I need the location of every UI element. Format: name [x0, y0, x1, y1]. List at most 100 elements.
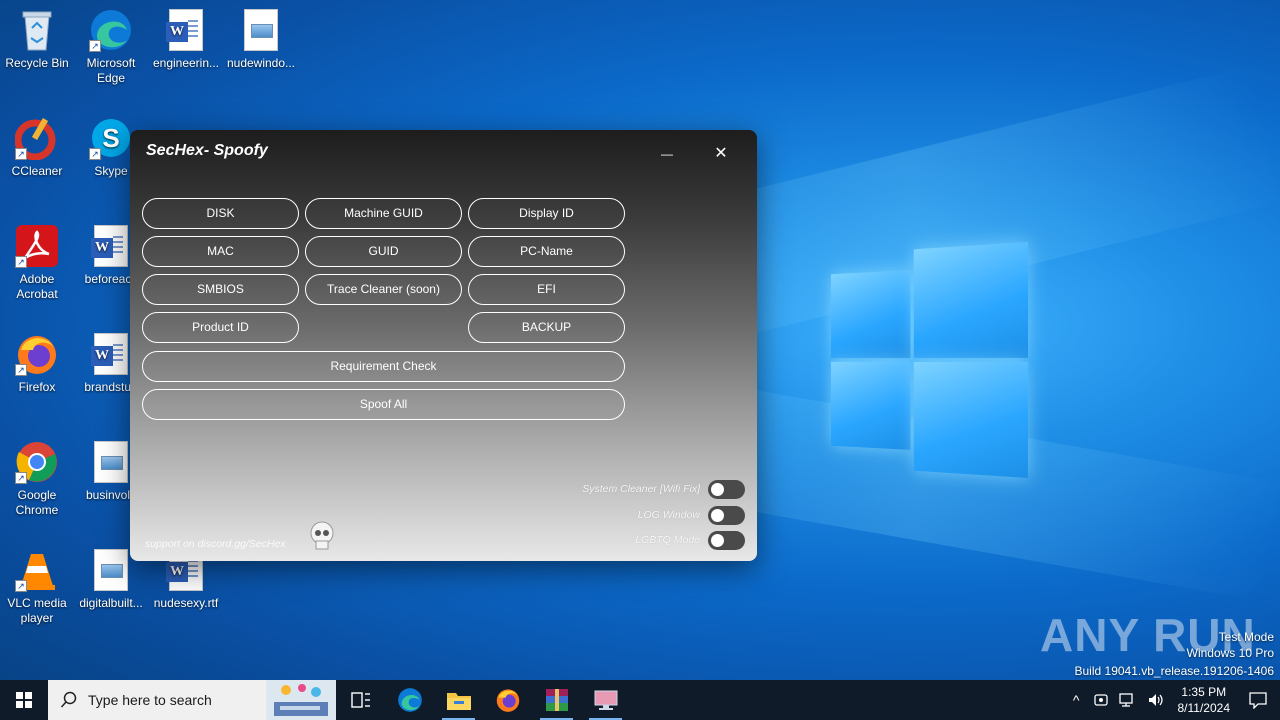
windows-edition-text: Windows 10 Pro [1186, 646, 1274, 660]
firefox-icon [496, 689, 519, 712]
taskbar: Type here to search ^ 1:35 PM 8/11/2024 [0, 680, 1280, 720]
toggle-row-log-window: LOG Window [638, 505, 745, 525]
word-document-icon: W [89, 332, 133, 376]
shortcut-arrow-icon: ↗ [15, 472, 27, 484]
task-view-button[interactable] [336, 680, 385, 720]
build-text: Build 19041.vb_release.191206-1406 [1074, 664, 1275, 678]
tray-app-icon[interactable] [1093, 692, 1109, 708]
shortcut-arrow-icon: ↗ [15, 148, 27, 160]
display-id-button[interactable]: Display ID [468, 198, 625, 229]
toggle-label: System Cleaner [Wifi Fix] [582, 483, 700, 495]
taskbar-search-box[interactable]: Type here to search [48, 680, 336, 720]
winrar-icon [545, 689, 568, 711]
start-button[interactable] [0, 680, 48, 720]
system-tray: ^ 1:35 PM 8/11/2024 [1065, 680, 1280, 720]
taskbar-edge[interactable] [385, 680, 434, 720]
taskbar-winrar[interactable] [532, 680, 581, 720]
close-button[interactable]: ✕ [711, 144, 731, 164]
desktop-icon-label: digitalbuilt... [79, 596, 143, 610]
word-document-icon: W [164, 8, 208, 52]
product-id-button[interactable]: Product ID [142, 312, 299, 343]
desktop-icon-label: Adobe Acrobat [16, 272, 58, 301]
desktop-icon-label: Microsoft Edge [86, 56, 136, 85]
recycle-bin-icon [15, 8, 59, 52]
guid-button[interactable]: GUID [305, 236, 462, 267]
sechex-spoofy-window: SecHex- Spoofy — ✕ DISK Machine GUID Dis… [130, 130, 757, 561]
desktop-icon-label: nudewindo... [226, 56, 296, 70]
vlc-cone-icon: ↗ [15, 548, 59, 592]
smbios-button[interactable]: SMBIOS [142, 274, 299, 305]
search-icon [60, 691, 77, 708]
window-title: SecHex- Spoofy [146, 142, 268, 159]
image-file-icon [239, 8, 283, 52]
system-cleaner-toggle[interactable] [708, 479, 745, 499]
desktop-icon-label: engineerin... [152, 56, 220, 70]
desktop-icon-label: VLC media player [7, 596, 67, 625]
spoof-all-button[interactable]: Spoof All [142, 389, 625, 420]
taskbar-clock[interactable]: 1:35 PM 8/11/2024 [1178, 684, 1231, 716]
minimize-button[interactable]: — [657, 144, 677, 164]
disk-button[interactable]: DISK [142, 198, 299, 229]
requirement-check-button[interactable]: Requirement Check [142, 351, 625, 382]
desktop-icon-label: Google Chrome [15, 488, 59, 517]
network-icon[interactable] [1118, 692, 1137, 708]
toggle-row-lgbtq-mode: LGBTQ Mode [635, 530, 745, 550]
notifications-icon[interactable] [1248, 691, 1268, 709]
word-document-icon: W [89, 224, 133, 268]
desktop-icon-recycle-bin[interactable]: Recycle Bin [1, 8, 73, 71]
ccleaner-icon: ↗ [15, 116, 59, 160]
show-hidden-icons-chevron-icon[interactable]: ^ [1073, 692, 1080, 708]
log-window-toggle[interactable] [708, 505, 745, 525]
shortcut-arrow-icon: ↗ [15, 364, 27, 376]
test-mode-text: Test Mode [1218, 630, 1274, 644]
shortcut-arrow-icon: ↗ [89, 148, 101, 160]
desktop-icon-label: Recycle Bin [5, 56, 69, 70]
machine-guid-button[interactable]: Machine GUID [305, 198, 462, 229]
efi-button[interactable]: EFI [468, 274, 625, 305]
google-chrome-icon: ↗ [15, 440, 59, 484]
windows-wallpaper-logo [830, 242, 1028, 478]
windows-start-icon [16, 692, 32, 708]
adobe-acrobat-icon: ↗ [15, 224, 59, 268]
pc-name-button[interactable]: PC-Name [468, 236, 625, 267]
desktop-icon-word-doc[interactable]: W engineerin... [150, 8, 222, 71]
taskbar-file-explorer[interactable] [434, 680, 483, 720]
desktop-icon-google-chrome[interactable]: ↗ Google Chrome [1, 440, 73, 518]
desktop-icon-image-file[interactable]: nudewindo... [225, 8, 297, 71]
microsoft-edge-icon: ↗ [89, 8, 133, 52]
shortcut-arrow-icon: ↗ [89, 40, 101, 52]
mac-button[interactable]: MAC [142, 236, 299, 267]
desktop-icon-label: Firefox [18, 380, 56, 394]
backup-button[interactable]: BACKUP [468, 312, 625, 343]
desktop-icon-ccleaner[interactable]: ↗ CCleaner [1, 116, 73, 179]
svg-text:S: S [102, 123, 119, 153]
taskbar-firefox[interactable] [483, 680, 532, 720]
skull-logo-icon [310, 521, 334, 550]
taskbar-spoofy-app[interactable] [581, 680, 630, 720]
desktop-icon-firefox[interactable]: ↗ Firefox [1, 332, 73, 395]
task-view-icon [350, 692, 370, 708]
skype-icon: S ↗ [89, 116, 133, 160]
image-file-icon [89, 440, 133, 484]
toggle-label: LOG Window [637, 509, 700, 521]
app-window-icon [594, 690, 617, 710]
shortcut-arrow-icon: ↗ [15, 580, 27, 592]
microsoft-edge-icon [397, 688, 422, 712]
lgbtq-mode-toggle[interactable] [708, 530, 745, 550]
toggle-label: LGBTQ Mode [635, 534, 700, 546]
desktop-icon-label: nudesexy.rtf [153, 596, 219, 610]
toggle-row-system-cleaner: System Cleaner [Wifi Fix] [582, 479, 745, 499]
desktop-icon-vlc-media-player[interactable]: ↗ VLC media player [1, 548, 73, 626]
trace-cleaner-button[interactable]: Trace Cleaner (soon) [305, 274, 462, 305]
search-highlight-illustration-icon [266, 680, 336, 720]
desktop-icon-adobe-acrobat[interactable]: ↗ Adobe Acrobat [1, 224, 73, 302]
volume-icon[interactable] [1147, 692, 1165, 708]
search-placeholder: Type here to search [88, 692, 212, 708]
desktop-icon-microsoft-edge[interactable]: ↗ Microsoft Edge [75, 8, 147, 86]
clock-time: 1:35 PM [1181, 685, 1227, 699]
support-link-text[interactable]: support on discord.gg/SecHex [145, 538, 286, 550]
file-explorer-folder-icon [446, 693, 471, 710]
image-file-icon [89, 548, 133, 592]
firefox-icon: ↗ [15, 332, 59, 376]
shortcut-arrow-icon: ↗ [15, 256, 27, 268]
